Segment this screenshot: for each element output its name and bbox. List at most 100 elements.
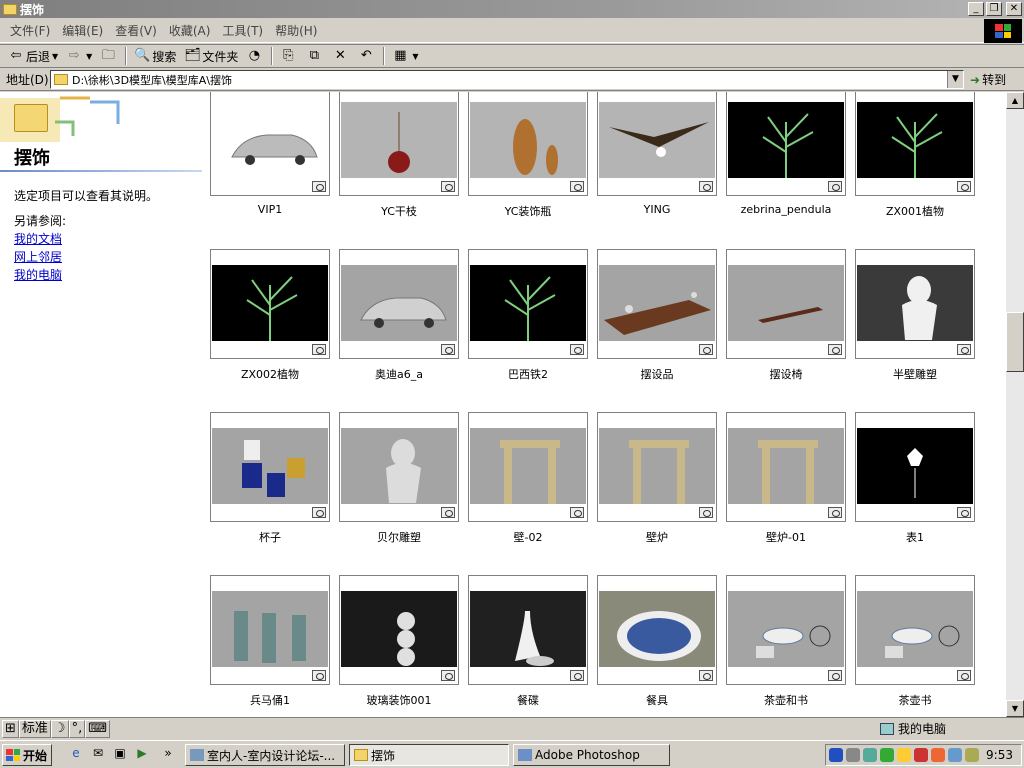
link-network-places[interactable]: 网上邻居 [14,248,62,265]
menu-view[interactable]: 查看(V) [109,22,163,39]
copy-to-button[interactable]: ⧉ [302,45,328,67]
file-item[interactable]: YC装饰瓶 [465,92,588,236]
search-button[interactable]: 🔍 搜索 [130,45,180,67]
file-item[interactable]: 摆设椅 [723,249,846,399]
ime-mode-icon[interactable]: ⊞ [2,720,19,738]
keyboard-icon[interactable]: ⌨ [85,720,110,738]
file-item[interactable]: 壁-02 [465,412,588,562]
task-photoshop[interactable]: Adobe Photoshop [513,744,670,766]
forward-button[interactable]: ⇨ ▼ [62,45,96,67]
outlook-icon[interactable]: ✉ [90,746,106,762]
thumbnail-plate-icon[interactable] [597,575,717,685]
vertical-scrollbar[interactable]: ▲ ▼ [1006,92,1024,717]
shield-icon[interactable] [863,748,877,762]
thumbnail-glass-balls-icon[interactable] [339,575,459,685]
file-item[interactable]: YING [594,92,717,236]
thumbnail-car-outline-icon[interactable] [210,92,330,196]
up-button[interactable]: 🗀 [96,45,122,67]
undo-button[interactable]: ↶ [354,45,380,67]
thumbnail-table-icon[interactable] [597,249,717,359]
file-item[interactable]: 餐具 [594,575,717,717]
thumbnail-bust-icon[interactable] [339,412,459,522]
desktop-icon[interactable]: ▣ [112,746,128,762]
more-quicklaunch-icon[interactable]: » [160,746,176,762]
file-item[interactable]: ZX001植物 [852,92,975,236]
link-my-documents[interactable]: 我的文档 [14,230,62,247]
fire-icon[interactable] [931,748,945,762]
media-icon[interactable]: ▶ [134,746,150,762]
app-icon[interactable] [914,748,928,762]
file-item[interactable]: 兵马俑1 [207,575,330,717]
thumbnail-bench-icon[interactable] [726,249,846,359]
start-button[interactable]: 开始 [2,744,52,766]
thumbnail-dish-icon[interactable] [468,575,588,685]
thumbnail-eagle-icon[interactable] [597,92,717,196]
thumbnail-teapot-icon[interactable] [726,575,846,685]
menu-tools[interactable]: 工具(T) [216,22,269,39]
file-item[interactable]: ZX002植物 [207,249,330,399]
file-item[interactable]: 奥迪a6_a [336,249,459,399]
thumbnail-vase-icon[interactable] [339,92,459,196]
file-item[interactable]: YC干枝 [336,92,459,236]
clock[interactable]: 9:53 [986,748,1013,762]
ime-toolbar[interactable]: ⊞ 标准 ☽ °, ⌨ [2,719,110,739]
task-browser[interactable]: 室内人-室内设计论坛-... [185,744,345,766]
file-item[interactable]: 玻璃装饰001 [336,575,459,717]
file-item[interactable]: 表1 [852,412,975,562]
file-item[interactable]: 壁炉 [594,412,717,562]
history-button[interactable]: ◔ [242,45,268,67]
qq-icon[interactable] [897,748,911,762]
file-item[interactable]: zebrina_pendula [723,92,846,236]
file-item[interactable]: 壁炉-01 [723,412,846,562]
ime-label[interactable]: 标准 [18,720,51,738]
thumbnail-plant-icon[interactable] [468,249,588,359]
thumbnail-fireplace-icon[interactable] [597,412,717,522]
thumbnail-warriors-icon[interactable] [210,575,330,685]
thumbnail-vases-icon[interactable] [468,92,588,196]
address-input[interactable]: D:\徐彬\3D模型库\模型库A\摆饰 ▼ [50,70,964,89]
file-item[interactable]: 餐碟 [465,575,588,717]
close-button[interactable]: ✕ [1006,2,1022,16]
ie-icon[interactable]: e [68,746,84,762]
thumbnail-plant-icon[interactable] [210,249,330,359]
task-explorer[interactable]: 摆饰 [349,744,509,766]
antivirus-icon[interactable] [829,748,843,762]
punctuation-icon[interactable]: °, [68,720,86,738]
views-button[interactable]: ▦ ▼ [388,45,422,67]
thumbnail-teapot-icon[interactable] [855,575,975,685]
address-dropdown[interactable]: ▼ [947,71,963,88]
menu-favorites[interactable]: 收藏(A) [163,22,217,39]
file-item[interactable]: 茶壶书 [852,575,975,717]
scroll-down-button[interactable]: ▼ [1006,700,1024,717]
go-button[interactable]: ➜ 转到 [970,70,1006,89]
title-bar[interactable]: 摆饰 _ ❐ ✕ [0,0,1024,18]
back-button[interactable]: ⇦ 后退 ▼ [4,45,62,67]
file-item[interactable]: VIP1 [207,92,330,236]
thumbnail-fireplace-icon[interactable] [468,412,588,522]
move-to-button[interactable]: ⎘ [276,45,302,67]
file-item[interactable]: 茶壶和书 [723,575,846,717]
thumbnail-statue-icon[interactable] [855,249,975,359]
file-item[interactable]: 贝尔雕塑 [336,412,459,562]
thumbnail-plant-icon[interactable] [855,92,975,196]
link-my-computer[interactable]: 我的电脑 [14,266,62,283]
scrollbar-thumb[interactable] [1006,312,1024,372]
menu-help[interactable]: 帮助(H) [269,22,323,39]
ime-tray-icon[interactable] [965,748,979,762]
volume-icon[interactable] [948,748,962,762]
thumbnail-cups-icon[interactable] [210,412,330,522]
minimize-button[interactable]: _ [968,2,984,16]
network-icon[interactable] [846,748,860,762]
folders-button[interactable]: 🗂 文件夹 [180,45,242,67]
delete-button[interactable]: ✕ [328,45,354,67]
thumbnail-clock-icon[interactable] [855,412,975,522]
menu-file[interactable]: 文件(F) [4,22,56,39]
file-item[interactable]: 摆设品 [594,249,717,399]
scroll-up-button[interactable]: ▲ [1006,92,1024,109]
thumbnail-fireplace-icon[interactable] [726,412,846,522]
menu-edit[interactable]: 编辑(E) [56,22,109,39]
half-width-icon[interactable]: ☽ [50,720,69,738]
maximize-button[interactable]: ❐ [986,2,1002,16]
file-item[interactable]: 半壁雕塑 [852,249,975,399]
file-item[interactable]: 巴西铁2 [465,249,588,399]
